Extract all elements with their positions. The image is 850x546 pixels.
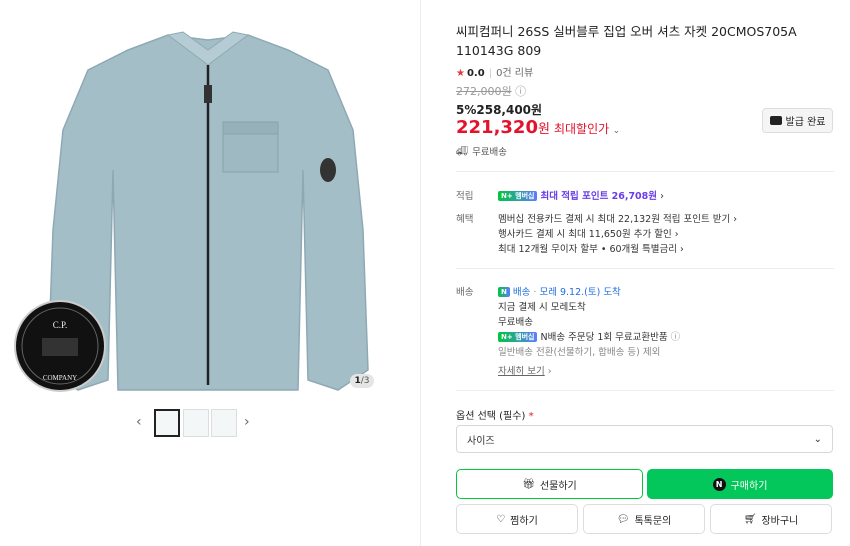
shipping-row: 🚚︎ 무료배송: [456, 145, 508, 159]
product-info-panel: 씨피컴퍼니 26SS 실버블루 집업 오버 셔츠 자켓 20CMOS705A 1…: [456, 0, 834, 546]
gift-icon: 🎁︎: [522, 478, 535, 490]
divider: [456, 268, 834, 269]
best-price-label: 최대할인가: [553, 122, 610, 136]
pay-note: 지금 결제 시 모레도착: [498, 302, 586, 313]
original-price: 272,000원: [456, 85, 512, 98]
divider: [456, 390, 834, 391]
gallery-next-arrow[interactable]: ›: [244, 414, 250, 430]
product-main-image[interactable]: C.P. COMPANY: [8, 10, 408, 400]
original-price-row: 272,000원 ⓘ: [456, 83, 526, 99]
best-price-unit: 원: [537, 122, 550, 137]
sleeve-lens: [320, 158, 336, 182]
thumbnail-3[interactable]: [211, 409, 237, 437]
chevron-down-icon: ⌄: [813, 433, 822, 445]
switch-note: 일반배송 전환(선물하기, 합배송 등) 제외: [498, 347, 661, 358]
star-icon: ★: [456, 68, 465, 79]
product-title: 씨피컴퍼니 26SS 실버블루 집업 오버 셔츠 자켓 20CMOS705A 1…: [456, 24, 797, 58]
logo-text-top: C.P.: [53, 320, 68, 330]
chevron-down-icon: ⌄: [612, 126, 621, 136]
logo-text-bottom: COMPANY: [43, 374, 77, 382]
points-label: 적립: [456, 191, 474, 202]
pocket-flap: [222, 121, 279, 135]
image-counter: 1/3: [350, 374, 374, 388]
option-label: 옵션 선택 (필수) *: [456, 411, 534, 422]
size-select[interactable]: 사이즈 ⌄: [456, 425, 833, 453]
delivery-arrival[interactable]: N 배송 · 모레 9.12.(토) 도착: [498, 284, 621, 298]
wish-button[interactable]: ♡ 찜하기: [456, 504, 578, 534]
discount-price-row: 5%258,400원: [456, 101, 542, 118]
buy-button[interactable]: N 구매하기: [647, 469, 833, 499]
zipper-pull: [204, 85, 212, 103]
cart-icon: 🛒︎: [743, 513, 757, 525]
truck-icon: 🚚︎: [456, 145, 469, 157]
delivery-label: 배송: [456, 287, 474, 298]
divider: [456, 171, 834, 172]
info-icon[interactable]: ⓘ: [671, 332, 681, 343]
rating-row[interactable]: ★ 0.0 | 0건 리뷰: [456, 64, 533, 79]
heart-icon: ♡: [496, 513, 506, 525]
gallery-prev-arrow[interactable]: ‹: [136, 414, 142, 430]
points-text: 최대 적립 포인트 26,708원: [540, 191, 658, 202]
naverpay-icon: N: [712, 477, 726, 491]
perk-item[interactable]: 최대 12개월 무이자 할부 • 60개월 특별금리 ›: [498, 241, 684, 255]
info-icon[interactable]: ⓘ: [515, 85, 526, 98]
discount-price: 258,400원: [476, 103, 543, 117]
best-price-row[interactable]: 221,320원 최대할인가 ⌄: [456, 117, 620, 138]
best-price: 221,320: [456, 117, 538, 138]
perk-item[interactable]: 행사카드 결제 시 최대 11,650원 추가 할인 ›: [498, 226, 679, 240]
gift-button[interactable]: 🎁︎ 선물하기: [456, 469, 643, 499]
more-link[interactable]: 자세히 보기 ›: [498, 363, 552, 377]
thumbnail-1[interactable]: [154, 409, 180, 437]
review-count: 0건 리뷰: [496, 68, 534, 79]
coupon-button[interactable]: 발급 완료: [762, 108, 833, 133]
product-gallery: C.P. COMPANY 1/3 ‹ ›: [0, 0, 420, 546]
panel-divider: [420, 0, 421, 546]
delivery-free: 무료배송: [498, 317, 533, 328]
coupon-icon: [769, 116, 782, 125]
perks-label: 혜택: [456, 214, 474, 225]
points-row[interactable]: N+ 멤버십 최대 적립 포인트 26,708원 ›: [498, 188, 664, 202]
talk-button[interactable]: 💬︎ 톡톡문의: [583, 504, 705, 534]
chat-icon: 💬︎: [616, 513, 630, 525]
return-note: N+ 멤버십 N배송 주문당 1회 무료교환반품 ⓘ: [498, 329, 680, 343]
discount-rate: 5%: [456, 103, 477, 117]
cart-button[interactable]: 🛒︎ 장바구니: [710, 504, 832, 534]
n-delivery-badge: N: [498, 287, 510, 297]
perk-item[interactable]: 멤버십 전용카드 결제 시 최대 22,132원 적립 포인트 받기 ›: [498, 211, 737, 225]
rating-score: 0.0: [466, 68, 485, 79]
thumbnail-2[interactable]: [183, 409, 209, 437]
membership-badge: N+ 멤버십: [498, 191, 538, 201]
